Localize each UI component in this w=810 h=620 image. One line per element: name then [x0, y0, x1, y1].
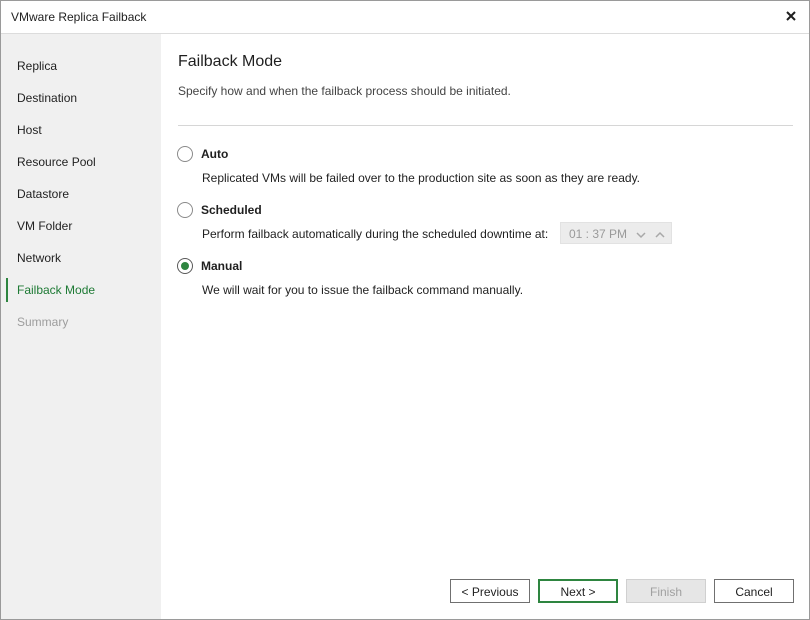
sidebar-item-label: Datastore — [17, 187, 70, 201]
wizard-steps-sidebar: Replica Destination Host Resource Pool D… — [1, 34, 161, 619]
sidebar-item-label: Network — [17, 251, 62, 265]
page-title: Failback Mode — [178, 53, 283, 70]
sidebar-item-resource-pool[interactable]: Resource Pool — [6, 150, 161, 174]
previous-button[interactable]: < Previous — [450, 579, 530, 603]
auto-radio-label[interactable]: Auto — [201, 147, 228, 161]
scheduled-radio-button[interactable] — [177, 202, 193, 218]
sidebar-item-host[interactable]: Host — [6, 118, 161, 142]
manual-radio-label[interactable]: Manual — [201, 259, 242, 273]
sidebar-item-label: Failback Mode — [17, 283, 96, 297]
auto-radio-button[interactable] — [177, 146, 193, 162]
sidebar-item-label: Resource Pool — [17, 155, 96, 169]
sidebar-item-datastore[interactable]: Datastore — [6, 182, 161, 206]
radio-selected-dot — [181, 262, 189, 270]
page-description: Specify how and when the failback proces… — [178, 84, 511, 98]
divider — [178, 125, 793, 126]
sidebar-item-label: Destination — [17, 91, 78, 105]
next-button[interactable]: Next > — [538, 579, 618, 603]
sidebar-item-summary: Summary — [6, 310, 161, 334]
auto-radio-option[interactable]: Auto — [177, 146, 277, 164]
auto-description: Replicated VMs will be failed over to th… — [202, 171, 641, 185]
scheduled-time-picker[interactable]: 01 : 37 PM — [560, 222, 672, 244]
sidebar-item-label: Host — [17, 123, 42, 137]
sidebar-item-vm-folder[interactable]: VM Folder — [6, 214, 161, 238]
active-step-indicator — [6, 278, 8, 302]
cancel-button[interactable]: Cancel — [714, 579, 794, 603]
main-content: Failback Mode Specify how and when the f… — [162, 34, 809, 619]
sidebar-item-network[interactable]: Network — [6, 246, 161, 270]
failback-wizard-window: VMware Replica Failback Replica Destinat… — [0, 0, 810, 620]
sidebar-item-destination[interactable]: Destination — [6, 86, 161, 110]
scheduled-radio-option[interactable]: Scheduled — [177, 202, 297, 220]
scheduled-radio-label[interactable]: Scheduled — [201, 203, 262, 217]
manual-description: We will wait for you to issue the failba… — [202, 283, 524, 297]
sidebar-item-label: Replica — [17, 59, 58, 73]
close-icon[interactable] — [781, 6, 801, 26]
sidebar-item-label: VM Folder — [17, 219, 73, 233]
title-bar: VMware Replica Failback — [1, 1, 809, 34]
manual-radio-button[interactable] — [177, 258, 193, 274]
sidebar-item-failback-mode[interactable]: Failback Mode — [6, 278, 161, 302]
finish-button: Finish — [626, 579, 706, 603]
scheduled-time-value: 01 : 37 PM — [569, 227, 628, 241]
sidebar-item-label: Summary — [17, 315, 69, 329]
chevron-up-icon[interactable] — [654, 228, 666, 240]
chevron-down-icon[interactable] — [635, 228, 647, 240]
scheduled-description: Perform failback automatically during th… — [202, 227, 549, 241]
sidebar-item-replica[interactable]: Replica — [6, 54, 161, 78]
manual-radio-option[interactable]: Manual — [177, 258, 277, 276]
window-title: VMware Replica Failback — [11, 10, 147, 24]
